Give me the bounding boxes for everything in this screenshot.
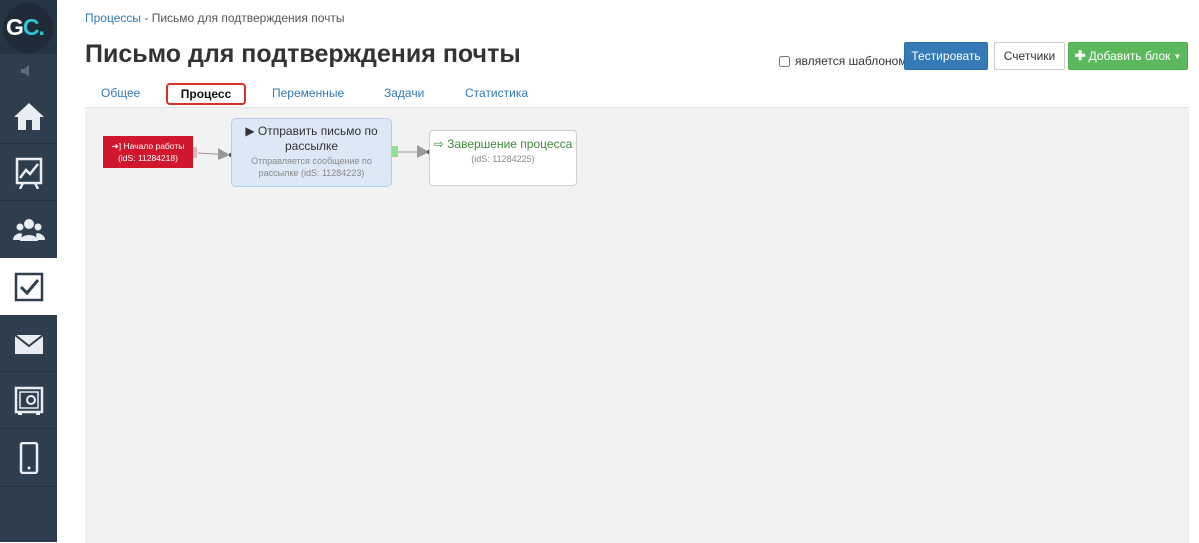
process-node-send-mail[interactable]: ▶ Отправить письмо по рассылке Отправляе… (231, 118, 392, 187)
process-connectors (188, 145, 432, 160)
send-node-subtitle: Отправляется сообщение по рассылке (idS:… (251, 156, 372, 178)
sign-out-icon: ⇨ (433, 137, 444, 151)
sign-in-icon: ➜] (111, 141, 122, 151)
end-node-id: (idS: 11284225) (471, 154, 535, 164)
start-node-id: (idS: 11284218) (118, 153, 178, 163)
start-node-title: Начало работы (123, 141, 185, 151)
connector-send-to-end (387, 145, 432, 158)
connector-start-to-send (188, 147, 234, 160)
play-icon: ▶ (245, 124, 255, 138)
process-node-start[interactable]: ➜] Начало работы (idS: 11284218) (103, 136, 193, 168)
process-node-end[interactable]: ⇨ Завершение процесса (idS: 11284225) (429, 130, 577, 186)
end-node-title: Завершение процесса (447, 137, 573, 151)
send-node-title: Отправить письмо по рассылке (257, 124, 378, 153)
